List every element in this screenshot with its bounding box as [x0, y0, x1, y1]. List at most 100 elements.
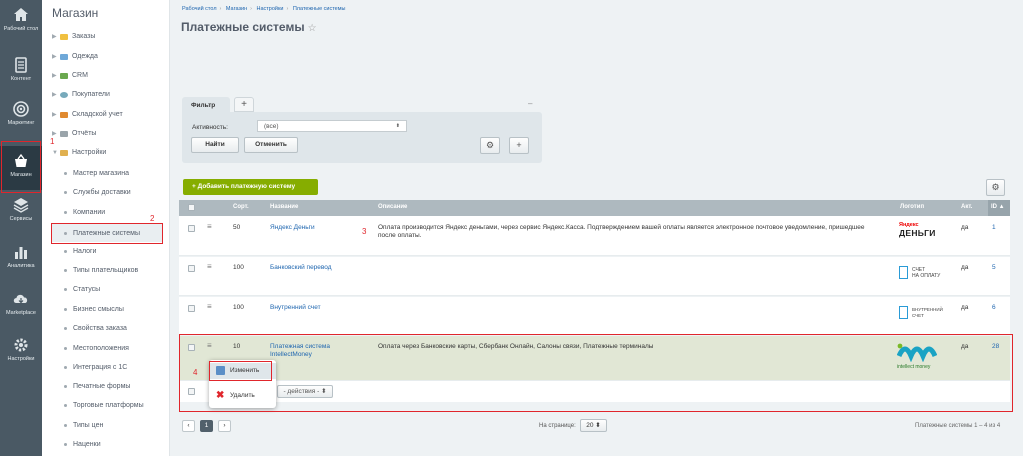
collapse-arrow-icon[interactable]: ▼ [52, 150, 60, 156]
bar-chart-icon [15, 247, 27, 259]
submenu-1c-integration[interactable]: Интеграция с 1С [64, 364, 127, 371]
cell-name[interactable]: Банковский перевод [270, 264, 332, 271]
gear-icon [14, 338, 28, 352]
col-description[interactable]: Описание [378, 204, 407, 210]
submenu-trade-platforms[interactable]: Торговые платформы [64, 402, 144, 409]
submenu-shop-wizard[interactable]: Мастер магазина [64, 170, 129, 177]
row-checkbox[interactable] [188, 305, 195, 312]
add-filter-button[interactable]: + [234, 97, 254, 112]
nav-services[interactable]: Сервисы [0, 196, 42, 222]
page-1-button[interactable]: 1 [200, 420, 213, 432]
breadcrumb: Рабочий стол › Магазин › Настройки › Платеж… [182, 6, 346, 12]
nav-label: Контент [10, 76, 32, 82]
folder-icon [60, 53, 68, 60]
minimize-filter-button[interactable]: – [528, 99, 532, 108]
expand-arrow-icon[interactable]: ▶ [52, 91, 60, 98]
hamburger-icon[interactable]: ≡ [207, 262, 212, 271]
find-button[interactable]: Найти [191, 137, 239, 153]
breadcrumb-link[interactable]: Магазин [226, 6, 247, 12]
annotation-number-2: 2 [150, 214, 155, 223]
cell-description: Оплата производится Яндекс деньгами, чер… [378, 224, 865, 239]
col-logo[interactable]: Логотип [900, 204, 924, 210]
expand-arrow-icon[interactable]: ▶ [52, 130, 60, 137]
col-id[interactable]: ID ▲ [988, 200, 1010, 216]
table-row[interactable]: ≡ 100 Банковский перевод СЧЕТ НА ОПЛАТУ д… [179, 257, 1010, 296]
document-icon [899, 306, 908, 319]
activity-select[interactable]: (все) ⬍ [257, 120, 407, 132]
expand-arrow-icon[interactable]: ▶ [52, 72, 60, 79]
filter-tab[interactable]: Фильтр [182, 97, 230, 113]
menu-item-warehouse[interactable]: ▶ Складской учет [52, 111, 123, 118]
per-page-label: На странице: [539, 423, 576, 429]
activity-label: Активность: [192, 124, 228, 131]
nav-marketing[interactable]: Маркетинг [0, 100, 42, 126]
submenu-price-types[interactable]: Типы цен [64, 422, 103, 429]
nav-settings[interactable]: Настройки [0, 336, 42, 362]
expand-arrow-icon[interactable]: ▶ [52, 53, 60, 60]
settings-folder-icon [60, 149, 68, 156]
grid-settings-button[interactable]: ⚙ [986, 179, 1005, 196]
cell-sort: 100 [233, 304, 244, 311]
per-page-select[interactable]: 20 ⬍ [580, 419, 607, 432]
submenu-print-forms[interactable]: Печатные формы [64, 383, 130, 390]
row-checkbox[interactable] [188, 225, 195, 232]
menu-item-clothes[interactable]: ▶ Одежда [52, 53, 98, 60]
add-field-button[interactable]: + [509, 137, 529, 154]
menu-item-reports[interactable]: ▶ Отчёты [52, 130, 96, 137]
cancel-button[interactable]: Отменить [244, 137, 298, 153]
document-icon [15, 57, 27, 73]
menu-item-settings[interactable]: ▼ Настройки [52, 149, 106, 156]
table-row[interactable]: ≡ 100 Внутренний счет ВНУТРЕННИЙ СЧЕТ да … [179, 297, 1010, 335]
hamburger-icon[interactable]: ≡ [207, 222, 212, 231]
submenu-statuses[interactable]: Статусы [64, 286, 100, 293]
submenu-order-props[interactable]: Свойства заказа [64, 325, 127, 332]
annotation-box-3 [179, 334, 1013, 412]
cell-id[interactable]: 5 [992, 264, 996, 271]
col-name[interactable]: Название [270, 204, 298, 210]
hamburger-icon[interactable]: ≡ [207, 302, 212, 311]
nav-desktop[interactable]: Рабочий стол [0, 6, 42, 32]
breadcrumb-link[interactable]: Платежные системы [293, 6, 346, 12]
select-all-checkbox[interactable] [188, 204, 195, 211]
cell-active: да [961, 224, 969, 231]
breadcrumb-link[interactable]: Рабочий стол [182, 6, 217, 12]
nav-analytics[interactable]: Аналитика [0, 243, 42, 269]
col-sort[interactable]: Сорт. [233, 204, 249, 210]
nav-content[interactable]: Контент [0, 56, 42, 82]
table-row[interactable]: ≡ 50 Яндекс Деньги Оплата производится Я… [179, 216, 1010, 256]
menu-item-customers[interactable]: ▶ Покупатели [52, 91, 110, 98]
submenu-taxes[interactable]: Налоги [64, 248, 96, 255]
submenu-payer-types[interactable]: Типы плательщиков [64, 267, 138, 274]
invoice-logo: СЧЕТ НА ОПЛАТУ [899, 266, 954, 279]
prev-page-button[interactable]: ‹ [182, 420, 195, 432]
expand-arrow-icon[interactable]: ▶ [52, 33, 60, 40]
submenu-business-values[interactable]: Бизнес смыслы [64, 306, 124, 313]
submenu-markups[interactable]: Наценки [64, 441, 101, 448]
cell-name[interactable]: Внутренний счет [270, 304, 321, 311]
cell-name[interactable]: Яндекс Деньги [270, 224, 365, 231]
gear-icon: ⚙ [485, 140, 495, 150]
cell-id[interactable]: 1 [992, 224, 996, 231]
cell-active: да [961, 264, 969, 271]
filter-settings-button[interactable]: ⚙ [480, 137, 500, 154]
expand-arrow-icon[interactable]: ▶ [52, 111, 60, 118]
submenu-companies[interactable]: Компании [64, 209, 105, 216]
menu-item-crm[interactable]: ▶ CRM [52, 72, 88, 79]
submenu-delivery[interactable]: Службы доставки [64, 189, 131, 196]
cell-id[interactable]: 6 [992, 304, 996, 311]
nav-label: Аналитика [7, 263, 35, 269]
menu-item-orders[interactable]: ▶ Заказы [52, 33, 95, 40]
chevron-down-icon: ⬍ [395, 123, 400, 129]
nav-label: Настройки [7, 356, 35, 362]
nav-marketplace[interactable]: Marketplace [0, 290, 42, 316]
annotation-box-2 [51, 223, 163, 244]
add-payment-system-button[interactable]: + Добавить платежную систему [183, 179, 318, 195]
star-icon[interactable]: ☆ [308, 23, 317, 34]
row-checkbox[interactable] [188, 265, 195, 272]
nav-label: Marketplace [6, 310, 36, 316]
layers-icon [13, 198, 29, 213]
col-active[interactable]: Акт. [961, 204, 972, 210]
submenu-locations[interactable]: Местоположения [64, 345, 129, 352]
breadcrumb-link[interactable]: Настройки [257, 6, 284, 12]
next-page-button[interactable]: › [218, 420, 231, 432]
